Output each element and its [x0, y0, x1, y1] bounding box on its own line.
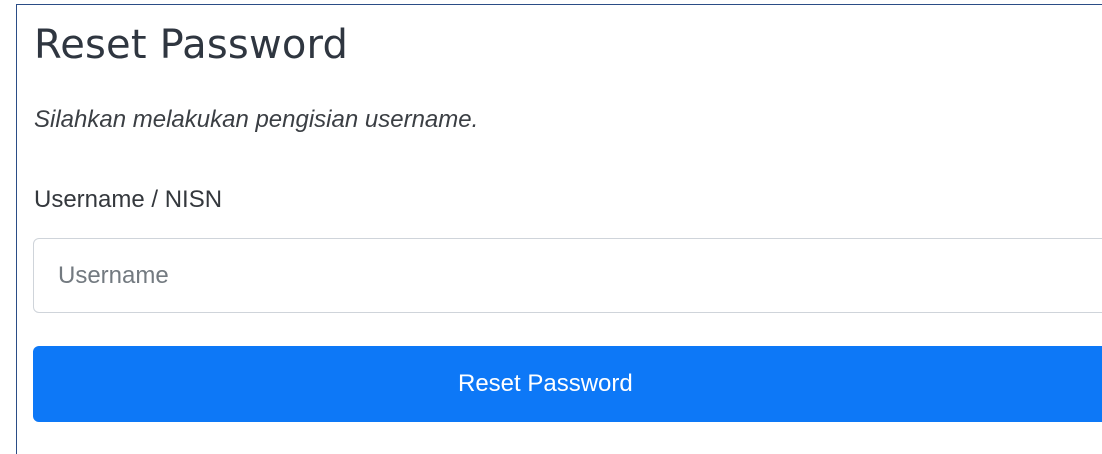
page-subtitle: Silahkan melakukan pengisian username.	[34, 106, 479, 133]
username-input[interactable]	[33, 238, 1102, 313]
page-title: Reset Password	[34, 22, 349, 68]
reset-password-button[interactable]: Reset Password	[33, 346, 1102, 422]
username-label: Username / NISN	[34, 186, 223, 213]
